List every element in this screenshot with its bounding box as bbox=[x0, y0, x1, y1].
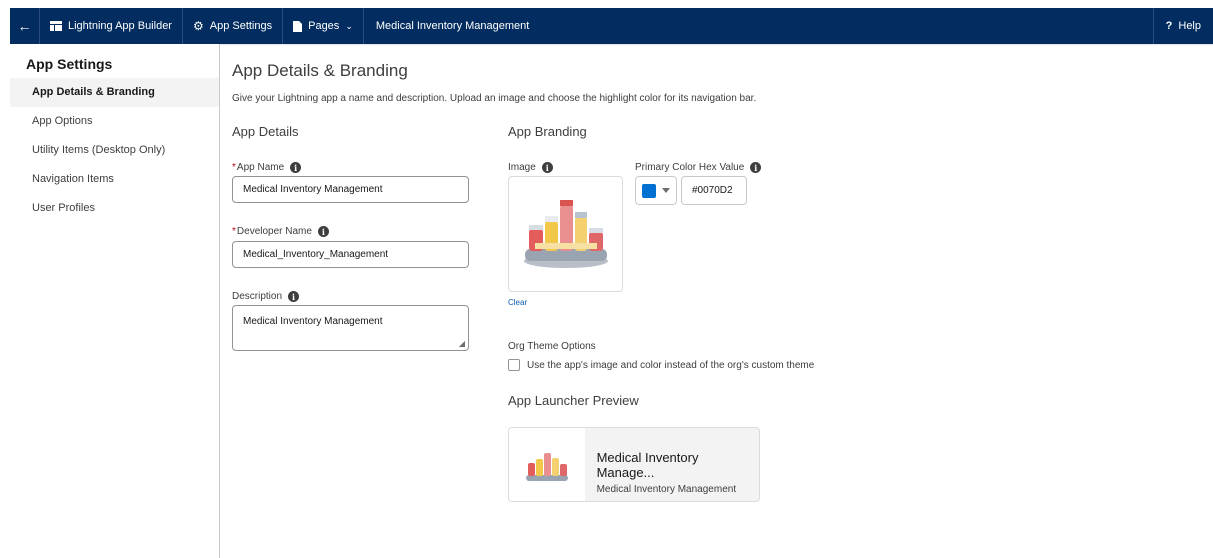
color-picker-button[interactable] bbox=[635, 176, 677, 205]
org-theme-checkbox-label[interactable]: Use the app's image and color instead of… bbox=[527, 360, 814, 371]
help-label: Help bbox=[1178, 20, 1201, 32]
builder-label: Lightning App Builder bbox=[68, 20, 172, 32]
page-icon bbox=[293, 20, 303, 32]
required-marker: * bbox=[232, 162, 236, 173]
settings-label: App Settings bbox=[209, 20, 273, 32]
app-builder-icon bbox=[50, 21, 62, 31]
color-label-wrap: Primary Color Hex Value i bbox=[635, 162, 762, 173]
hex-color-input[interactable]: #0070D2 bbox=[681, 176, 747, 205]
sidebar-item-app-details-branding[interactable]: App Details & Branding bbox=[10, 78, 219, 107]
info-icon[interactable]: i bbox=[750, 162, 762, 173]
app-title: Medical Inventory Management bbox=[375, 20, 530, 32]
info-icon[interactable]: i bbox=[317, 226, 329, 237]
clear-image-link[interactable]: Clear bbox=[508, 298, 527, 307]
app-launcher-preview-card: Medical Inventory Manage... Medical Inve… bbox=[508, 427, 760, 502]
required-marker: * bbox=[232, 226, 236, 237]
developer-name-input[interactable]: Medical_Inventory_Management bbox=[232, 241, 469, 268]
arrow-left-icon: ← bbox=[17, 18, 32, 34]
gear-icon: ⚙ bbox=[192, 19, 204, 33]
app-name-label: App Name bbox=[236, 162, 285, 173]
info-icon[interactable]: i bbox=[541, 162, 553, 173]
description-value: Medical Inventory Management bbox=[243, 316, 383, 327]
settings-sidebar: App Settings App Details & Branding App … bbox=[10, 44, 220, 558]
sidebar-item-user-profiles[interactable]: User Profiles bbox=[10, 194, 219, 223]
description-label: Description bbox=[232, 291, 283, 302]
chevron-down-icon: ⌄ bbox=[345, 20, 353, 31]
launcher-app-subtitle: Medical Inventory Management bbox=[596, 484, 737, 495]
developer-name-label-wrap: *Developer Name i bbox=[232, 226, 329, 237]
top-nav-bar: ← Lightning App Builder ⚙ App Settings P… bbox=[10, 8, 1213, 44]
image-label-wrap: Image i bbox=[508, 162, 553, 173]
info-icon[interactable]: i bbox=[288, 291, 300, 302]
app-name-label-wrap: *App Name i bbox=[232, 162, 302, 173]
sidebar-item-utility-items[interactable]: Utility Items (Desktop Only) bbox=[10, 136, 219, 165]
sidebar-item-app-options[interactable]: App Options bbox=[10, 107, 219, 136]
back-button[interactable]: ← bbox=[10, 8, 40, 44]
description-textarea[interactable]: Medical Inventory Management ◢ bbox=[232, 305, 469, 351]
description-label-wrap: Description i bbox=[232, 291, 300, 302]
sidebar-item-navigation-items[interactable]: Navigation Items bbox=[10, 165, 219, 194]
app-image-upload[interactable] bbox=[508, 176, 623, 292]
app-settings-button[interactable]: ⚙ App Settings bbox=[183, 8, 284, 44]
lightning-app-builder-button[interactable]: Lightning App Builder bbox=[40, 8, 183, 44]
main-content: App Details & Branding Give your Lightni… bbox=[220, 44, 1213, 558]
app-branding-heading: App Branding bbox=[508, 124, 587, 139]
launcher-text: Medical Inventory Manage... Medical Inve… bbox=[585, 428, 759, 501]
primary-color-label: Primary Color Hex Value bbox=[635, 162, 745, 173]
org-theme-checkbox[interactable] bbox=[508, 359, 520, 371]
sidebar-title: App Settings bbox=[26, 56, 113, 72]
app-details-heading: App Details bbox=[232, 124, 299, 139]
color-swatch bbox=[642, 183, 656, 198]
developer-name-label: Developer Name bbox=[236, 226, 312, 237]
resize-handle-icon[interactable]: ◢ bbox=[459, 339, 465, 348]
medicine-bottles-image bbox=[525, 452, 568, 481]
launcher-thumbnail bbox=[509, 428, 585, 501]
question-icon: ? bbox=[1165, 20, 1173, 32]
page-title: App Details & Branding bbox=[232, 61, 408, 80]
pages-label: Pages bbox=[308, 20, 340, 32]
caret-down-icon bbox=[662, 188, 670, 193]
app-name-input[interactable]: Medical Inventory Management bbox=[232, 176, 469, 203]
org-theme-label: Org Theme Options bbox=[508, 341, 596, 352]
help-button[interactable]: ? Help bbox=[1152, 8, 1213, 44]
app-launcher-preview-heading: App Launcher Preview bbox=[508, 393, 639, 408]
medicine-bottles-image bbox=[524, 200, 608, 268]
page-description: Give your Lightning app a name and descr… bbox=[232, 93, 757, 104]
pages-dropdown[interactable]: Pages ⌄ bbox=[283, 8, 364, 44]
info-icon[interactable]: i bbox=[290, 162, 302, 173]
image-label: Image bbox=[508, 162, 536, 173]
launcher-app-title: Medical Inventory Manage... bbox=[596, 450, 699, 480]
